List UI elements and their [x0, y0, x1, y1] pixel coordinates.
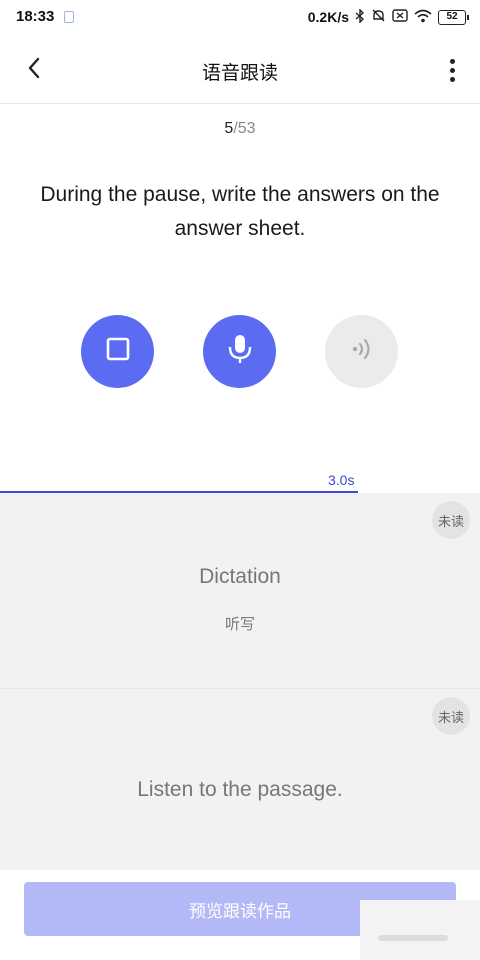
- app-header: 语音跟读: [0, 34, 480, 104]
- battery-icon: 52: [438, 9, 469, 25]
- more-vertical-icon-dot: [449, 76, 455, 82]
- status-time: 18:33: [16, 8, 55, 25]
- progress-counter: 5/53: [0, 120, 480, 138]
- more-vertical-icon-dot: [449, 67, 455, 73]
- playback-button[interactable]: [325, 315, 398, 388]
- card-text-zh: 听写: [224, 616, 255, 633]
- stop-button[interactable]: [81, 315, 154, 388]
- more-vertical-icon: [449, 58, 455, 64]
- page-title: 语音跟读: [201, 63, 278, 84]
- more-options-button[interactable]: [440, 54, 464, 86]
- list-item[interactable]: 未读 Dictation 听写: [0, 493, 480, 689]
- wifi-icon: [414, 9, 432, 26]
- network-speed: 0.2K/s: [307, 9, 349, 25]
- corner-watermark: [378, 935, 448, 941]
- playback-controls: [0, 315, 480, 389]
- progress-current: 5: [224, 120, 234, 137]
- unread-badge: 未读: [432, 501, 470, 539]
- progress-total: /53: [233, 120, 256, 137]
- card-text-en: Listen to the passage.: [137, 778, 343, 801]
- audio-playback-icon: [349, 336, 375, 367]
- status-bar: 18:33 0.2K/s 52: [0, 0, 480, 34]
- document-icon: [64, 11, 74, 23]
- sentence-list: 未读 Dictation 听写 未读 Listen to the passage…: [0, 493, 480, 870]
- mute-icon: [371, 8, 386, 26]
- stop-icon: [105, 336, 131, 367]
- card-text-en: Dictation: [199, 565, 281, 588]
- list-item[interactable]: 未读 Listen to the passage.: [0, 690, 480, 870]
- record-button[interactable]: [203, 315, 276, 388]
- current-sentence: During the pause, write the answers on t…: [40, 183, 440, 240]
- timer-label: 3.0s: [328, 472, 355, 488]
- status-right-group: 0.2K/s 52: [307, 7, 469, 26]
- corner-overlay: [360, 900, 480, 960]
- bluetooth-icon: [355, 7, 365, 26]
- microphone-icon: [227, 333, 253, 370]
- unread-badge: 未读: [432, 697, 470, 735]
- sim-off-icon: [392, 9, 408, 25]
